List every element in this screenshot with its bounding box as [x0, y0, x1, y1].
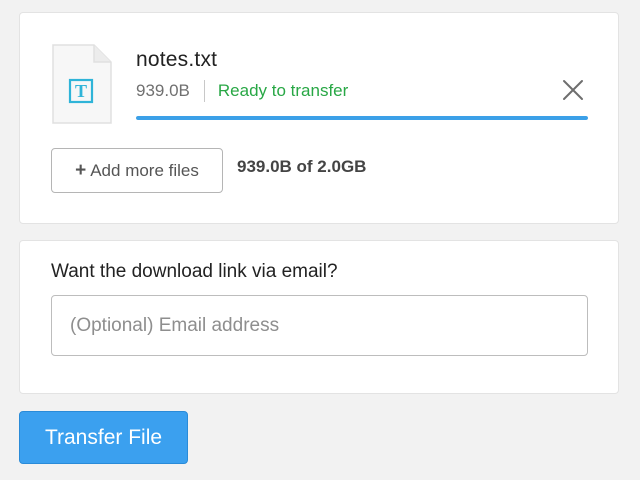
file-list-card: T notes.txt 939.0B Ready to transfer + A… — [19, 12, 619, 224]
add-more-files-button[interactable]: + Add more files — [51, 148, 223, 193]
progress-fill — [136, 116, 588, 120]
email-field[interactable] — [51, 295, 588, 356]
file-name: notes.txt — [136, 48, 218, 71]
file-size: 939.0B — [136, 81, 190, 100]
file-meta: 939.0B Ready to transfer — [136, 80, 348, 102]
transfer-file-button[interactable]: Transfer File — [19, 411, 188, 464]
text-file-icon: T — [52, 44, 112, 124]
storage-quota: 939.0B of 2.0GB — [237, 157, 367, 176]
transfer-progress-bar — [136, 116, 588, 120]
email-card: Want the download link via email? — [19, 240, 619, 394]
meta-divider — [203, 80, 205, 102]
email-prompt-label: Want the download link via email? — [51, 261, 338, 282]
close-icon — [563, 80, 583, 100]
file-icon-glyph: T — [75, 81, 87, 101]
remove-file-button[interactable] — [561, 78, 585, 102]
file-status: Ready to transfer — [217, 81, 349, 100]
plus-icon: + — [75, 159, 87, 181]
add-more-files-label: Add more files — [90, 160, 199, 180]
